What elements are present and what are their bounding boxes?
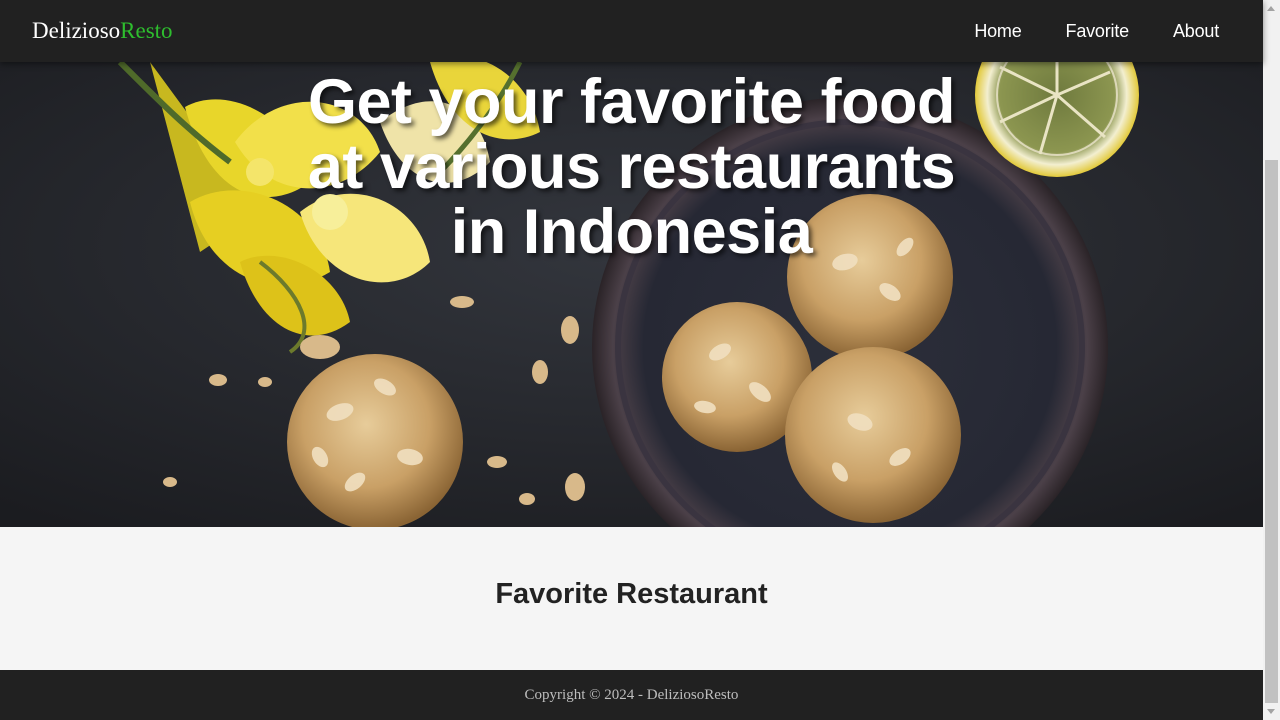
scrollbar[interactable] — [1263, 0, 1280, 720]
scroll-up-arrow-icon[interactable] — [1267, 6, 1275, 11]
brand-name-main: Delizioso — [32, 18, 121, 43]
footer: Copyright © 2024 - DeliziosoResto — [0, 670, 1263, 720]
hero-banner: Get your favorite food at various restau… — [0, 62, 1263, 527]
nav-home-link[interactable]: Home — [952, 0, 1043, 62]
scrollbar-thumb[interactable] — [1265, 160, 1278, 703]
hero-title-line: in Indonesia — [450, 197, 813, 267]
nav-about-link[interactable]: About — [1151, 0, 1241, 62]
main-content: Favorite Restaurant — [0, 527, 1263, 670]
section-title: Favorite Restaurant — [495, 578, 768, 610]
scroll-down-arrow-icon[interactable] — [1267, 709, 1275, 714]
nav-favorite-link[interactable]: Favorite — [1044, 0, 1151, 62]
app-bar: DeliziosoResto Home Favorite About — [0, 0, 1263, 62]
hero-title-line: Get your favorite food — [307, 67, 956, 137]
main-nav: Home Favorite About — [952, 0, 1241, 62]
hero-title: Get your favorite food at various restau… — [0, 70, 1263, 265]
copyright-text: Copyright © 2024 - DeliziosoResto — [524, 687, 739, 703]
hero-title-line: at various restaurants — [307, 132, 956, 202]
page: DeliziosoResto Home Favorite About Get y… — [0, 0, 1263, 720]
brand-logo[interactable]: DeliziosoResto — [32, 17, 173, 45]
brand-name-accent: Resto — [120, 18, 173, 43]
